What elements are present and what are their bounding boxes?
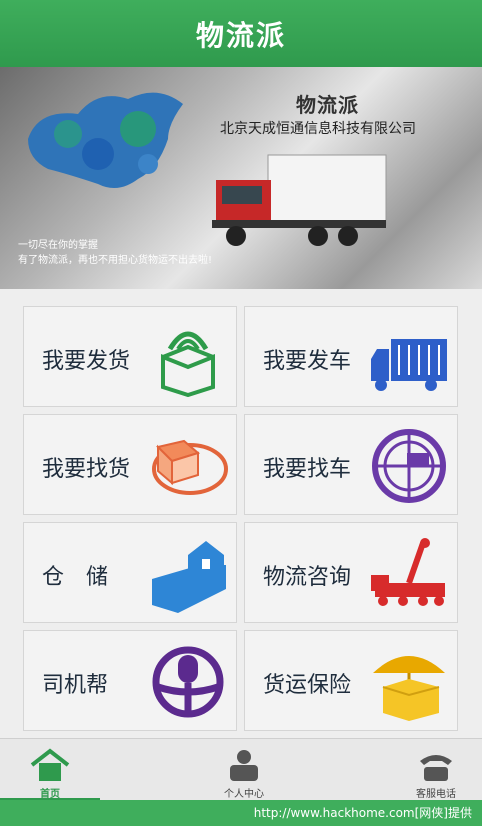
- bottom-tab-bar: 首页 个人中心 客服电话: [0, 738, 482, 801]
- tile-find-goods[interactable]: 我要找货: [23, 414, 237, 515]
- tile-label: 货运保险: [263, 673, 352, 698]
- truck-icon: [371, 339, 447, 391]
- tile-label: 仓 储: [42, 565, 109, 590]
- tab-home[interactable]: 首页: [0, 739, 100, 801]
- company-name: 北京天成恒通信息科技有限公司: [220, 121, 416, 137]
- phone-icon: [420, 755, 452, 781]
- umbrella-box-icon: [373, 656, 445, 721]
- tile-label: 司机帮: [42, 673, 109, 698]
- banner-slogan-1: 一切尽在你的掌握: [18, 240, 98, 251]
- box-icon: [161, 331, 215, 397]
- tile-label: 我要发货: [42, 349, 131, 374]
- tab-label: 客服电话: [416, 789, 456, 800]
- china-map-icon: [28, 92, 183, 188]
- steering-wheel-icon: [152, 646, 224, 718]
- tab-label: 个人中心: [224, 789, 264, 800]
- app-header: 物流派: [0, 0, 482, 67]
- banner-logo: 物流派: [296, 93, 359, 117]
- tile-freight-insurance[interactable]: 货运保险: [244, 630, 458, 731]
- banner-slogan-2: 有了物流派，再也不用担心货物运不出去啦!: [18, 255, 213, 266]
- tile-label: 我要发车: [263, 349, 352, 374]
- radar-truck-icon: [372, 429, 446, 503]
- footer-text: http://www.hackhome.com[网侠]提供: [253, 806, 472, 820]
- warehouse-icon: [152, 541, 226, 613]
- tab-personal-center[interactable]: 个人中心: [194, 739, 294, 801]
- user-icon: [230, 750, 258, 781]
- tile-label: 物流咨询: [263, 565, 352, 590]
- promo-banner[interactable]: 物流派 北京天成恒通信息科技有限公司 一切尽在你的掌握 有了物流派，再也不用担心…: [0, 67, 482, 289]
- app-title: 物流派: [195, 18, 286, 52]
- tile-driver-help[interactable]: 司机帮: [23, 630, 237, 731]
- tile-find-truck[interactable]: 我要找车: [244, 414, 458, 515]
- tab-customer-phone[interactable]: 客服电话: [386, 739, 482, 801]
- tile-send-truck[interactable]: 我要发车: [244, 306, 458, 407]
- tile-warehouse[interactable]: 仓 储: [23, 522, 237, 623]
- truck-image-icon: [212, 154, 387, 246]
- footer-bar: http://www.hackhome.com[网侠]提供: [0, 800, 482, 826]
- tile-send-goods[interactable]: 我要发货: [23, 306, 237, 407]
- tile-label: 我要找车: [263, 457, 352, 482]
- tile-logistics-consult[interactable]: 物流咨询: [244, 522, 458, 623]
- tab-label: 首页: [40, 789, 60, 800]
- crane-icon: [371, 538, 445, 606]
- home-icon: [30, 748, 70, 781]
- menu-grid: 我要发货 我要发车 我要找货 我要找车 仓 储 物流咨询 司机帮 货运保险: [0, 289, 482, 738]
- boxes-icon: [152, 439, 228, 495]
- tile-label: 我要找货: [42, 457, 131, 482]
